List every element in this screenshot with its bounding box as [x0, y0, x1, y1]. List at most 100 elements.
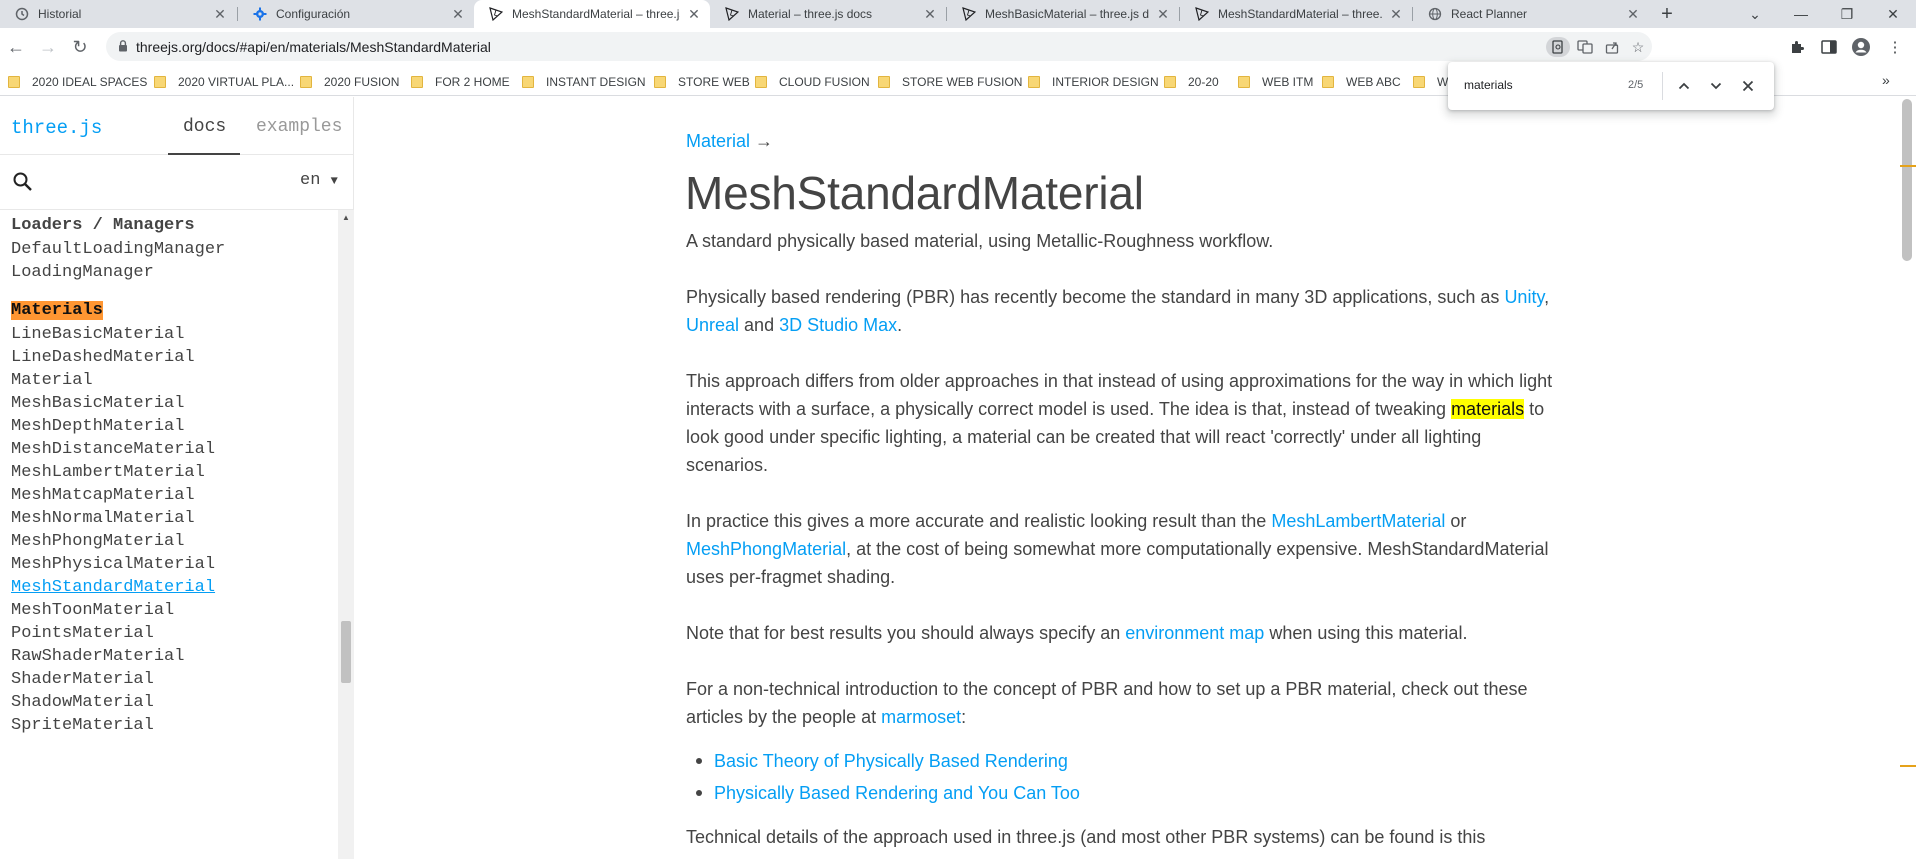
- link-unreal[interactable]: Unreal: [686, 315, 739, 335]
- bookmark-folder[interactable]: 20-20: [1164, 73, 1219, 91]
- bookmarks-overflow-icon[interactable]: »: [1882, 72, 1890, 88]
- tab-meshbasicmaterial[interactable]: MeshBasicMaterial – three.js docs ✕: [947, 0, 1179, 28]
- tab-title: Material – three.js docs: [748, 7, 873, 21]
- find-next-chevron-down-icon[interactable]: [1706, 76, 1726, 96]
- link-marmoset[interactable]: marmoset: [881, 707, 961, 727]
- link-unity[interactable]: Unity: [1504, 287, 1544, 307]
- tab-meshstandardmaterial-active[interactable]: MeshStandardMaterial – three.js ✕: [474, 0, 710, 28]
- nav-item-selected[interactable]: MeshStandardMaterial: [11, 578, 215, 597]
- minimize-button[interactable]: —: [1778, 0, 1824, 28]
- tab-historial[interactable]: Historial ✕: [0, 0, 236, 28]
- nav-item[interactable]: PointsMaterial: [11, 624, 154, 643]
- list-item: Physically Based Rendering and You Can T…: [686, 779, 1080, 811]
- folder-icon: [755, 76, 767, 88]
- bookmark-folder[interactable]: FOR 2 HOME: [411, 73, 510, 91]
- restore-button[interactable]: ❐: [1824, 0, 1870, 28]
- close-icon[interactable]: ✕: [1155, 6, 1171, 22]
- scroll-up-arrow-icon[interactable]: ▲: [338, 213, 354, 225]
- page-find-icon[interactable]: [1546, 37, 1570, 57]
- close-icon[interactable]: ✕: [1388, 6, 1404, 22]
- text: or: [1450, 511, 1467, 531]
- browser-menu-icon[interactable]: ⋮: [1884, 37, 1906, 57]
- language-select[interactable]: en ▼: [300, 171, 338, 190]
- close-icon[interactable]: ✕: [686, 6, 702, 22]
- translate-icon[interactable]: [1573, 37, 1597, 57]
- language-value: en: [300, 171, 321, 190]
- bookmark-folder[interactable]: STORE WEB FUSION: [878, 73, 1022, 91]
- bookmark-folder[interactable]: WEB ABC: [1322, 73, 1401, 91]
- sidebar-scroll-thumb[interactable]: [341, 621, 351, 683]
- lock-icon[interactable]: [116, 39, 130, 53]
- nav-item[interactable]: MeshLambertMaterial: [11, 463, 205, 482]
- nav-item[interactable]: RawShaderMaterial: [11, 647, 184, 666]
- bookmark-folder[interactable]: CLOUD FUSION: [755, 73, 870, 91]
- share-icon[interactable]: [1600, 37, 1624, 57]
- tab-configuracion[interactable]: Configuración ✕: [238, 0, 474, 28]
- bookmark-folder[interactable]: INTERIOR DESIGN: [1028, 73, 1159, 91]
- find-input[interactable]: materials: [1464, 78, 1513, 92]
- page-scrollbar[interactable]: [1898, 97, 1916, 859]
- tab-search-chevron-icon[interactable]: ⌄: [1732, 0, 1778, 28]
- nav-item[interactable]: MeshDepthMaterial: [11, 417, 184, 436]
- nav-item[interactable]: MeshPhongMaterial: [11, 532, 184, 551]
- nav-item[interactable]: LoadingManager: [11, 263, 154, 282]
- threejs-icon: [1194, 6, 1210, 22]
- threejs-logo-link[interactable]: three.js: [11, 117, 102, 139]
- page-scroll-thumb[interactable]: [1902, 99, 1912, 261]
- bookmark-folder[interactable]: WEB ITM: [1238, 73, 1313, 91]
- nav-item[interactable]: SpriteMaterial: [11, 716, 154, 735]
- breadcrumb-link-material[interactable]: Material: [686, 131, 750, 151]
- close-icon[interactable]: ✕: [922, 6, 938, 22]
- link-3d-studio-max[interactable]: 3D Studio Max: [779, 315, 897, 335]
- profile-avatar-icon[interactable]: [1850, 37, 1872, 57]
- tab-docs[interactable]: docs: [183, 117, 226, 137]
- browser-toolbar: ← → ↻ threejs.org/docs/#api/en/materials…: [0, 28, 1916, 66]
- nav-item[interactable]: ShaderMaterial: [11, 670, 154, 689]
- find-previous-chevron-up-icon[interactable]: [1674, 76, 1694, 96]
- nav-item[interactable]: Material: [11, 371, 93, 390]
- nav-item[interactable]: LineBasicMaterial: [11, 325, 184, 344]
- tab-material-docs[interactable]: Material – three.js docs ✕: [710, 0, 946, 28]
- search-icon[interactable]: [12, 171, 34, 193]
- caret-down-icon: ▼: [330, 174, 338, 188]
- reload-button[interactable]: ↻: [66, 33, 94, 61]
- address-bar[interactable]: threejs.org/docs/#api/en/materials/MeshS…: [106, 32, 1652, 61]
- close-icon[interactable]: ✕: [450, 6, 466, 22]
- bookmark-folder[interactable]: INSTANT DESIGN: [522, 73, 646, 91]
- find-close-icon[interactable]: [1738, 76, 1758, 96]
- extensions-puzzle-icon[interactable]: [1786, 37, 1808, 57]
- back-button[interactable]: ←: [2, 33, 30, 61]
- bookmark-folder[interactable]: 2020 IDEAL SPACES: [8, 73, 147, 91]
- side-panel-icon[interactable]: [1818, 37, 1840, 57]
- nav-item[interactable]: MeshBasicMaterial: [11, 394, 184, 413]
- close-icon[interactable]: ✕: [212, 6, 228, 22]
- nav-item[interactable]: ShadowMaterial: [11, 693, 154, 712]
- link-basic-theory-pbr[interactable]: Basic Theory of Physically Based Renderi…: [714, 751, 1068, 771]
- link-meshlambertmaterial[interactable]: MeshLambertMaterial: [1271, 511, 1445, 531]
- new-tab-button[interactable]: +: [1654, 2, 1680, 26]
- link-environment-map[interactable]: environment map: [1125, 623, 1264, 643]
- nav-item[interactable]: LineDashedMaterial: [11, 348, 195, 367]
- link-pbr-and-you-can-too[interactable]: Physically Based Rendering and You Can T…: [714, 783, 1080, 803]
- nav-item[interactable]: DefaultLoadingManager: [11, 240, 225, 259]
- bookmark-star-icon[interactable]: ☆: [1626, 37, 1650, 57]
- bookmark-folder[interactable]: STORE WEB: [654, 73, 750, 91]
- nav-item[interactable]: MeshNormalMaterial: [11, 509, 195, 528]
- nav-item[interactable]: MeshPhysicalMaterial: [11, 555, 215, 574]
- nav-item[interactable]: MeshDistanceMaterial: [11, 440, 215, 459]
- tab-examples[interactable]: examples: [256, 117, 342, 137]
- sidebar-scrollbar[interactable]: [338, 210, 354, 859]
- close-icon[interactable]: ✕: [1625, 6, 1641, 22]
- close-window-button[interactable]: ✕: [1870, 0, 1916, 28]
- nav-item[interactable]: MeshMatcapMaterial: [11, 486, 195, 505]
- link-meshphongmaterial[interactable]: MeshPhongMaterial: [686, 539, 846, 559]
- bookmark-folder[interactable]: 2020 VIRTUAL PLA...: [154, 73, 294, 91]
- forward-button[interactable]: →: [34, 33, 62, 61]
- nav-item[interactable]: MeshToonMaterial: [11, 601, 174, 620]
- tab-meshstandardmaterial-2[interactable]: MeshStandardMaterial – three.js ✕: [1180, 0, 1412, 28]
- tab-react-planner[interactable]: React Planner ✕: [1413, 0, 1649, 28]
- text: Physically based rendering (PBR) has rec…: [686, 287, 1500, 307]
- bookmark-folder[interactable]: 2020 FUSION: [300, 73, 399, 91]
- bookmark-folder[interactable]: W: [1413, 73, 1448, 91]
- text: .: [897, 315, 903, 335]
